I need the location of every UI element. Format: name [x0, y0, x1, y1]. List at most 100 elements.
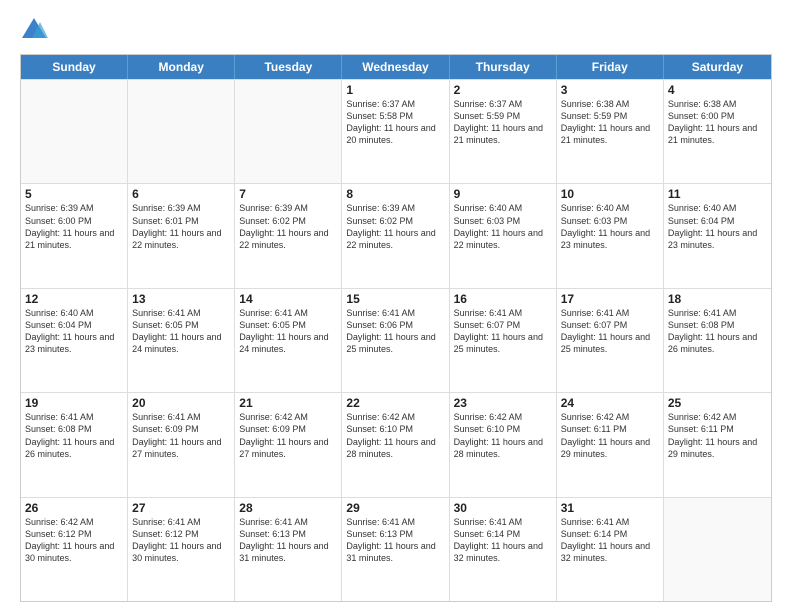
- cell-info: Sunrise: 6:41 AM Sunset: 6:08 PM Dayligh…: [25, 411, 123, 460]
- calendar-cell: 24Sunrise: 6:42 AM Sunset: 6:11 PM Dayli…: [557, 393, 664, 496]
- day-number: 11: [668, 187, 767, 201]
- cell-info: Sunrise: 6:39 AM Sunset: 6:01 PM Dayligh…: [132, 202, 230, 251]
- calendar-cell: 13Sunrise: 6:41 AM Sunset: 6:05 PM Dayli…: [128, 289, 235, 392]
- page: SundayMondayTuesdayWednesdayThursdayFrid…: [0, 0, 792, 612]
- header: [20, 16, 772, 44]
- cell-info: Sunrise: 6:41 AM Sunset: 6:14 PM Dayligh…: [454, 516, 552, 565]
- cell-info: Sunrise: 6:38 AM Sunset: 5:59 PM Dayligh…: [561, 98, 659, 147]
- calendar-header-cell: Sunday: [21, 55, 128, 79]
- cell-info: Sunrise: 6:42 AM Sunset: 6:11 PM Dayligh…: [668, 411, 767, 460]
- calendar-cell: [128, 80, 235, 183]
- day-number: 15: [346, 292, 444, 306]
- calendar-cell: 6Sunrise: 6:39 AM Sunset: 6:01 PM Daylig…: [128, 184, 235, 287]
- calendar-cell: 19Sunrise: 6:41 AM Sunset: 6:08 PM Dayli…: [21, 393, 128, 496]
- day-number: 9: [454, 187, 552, 201]
- calendar-header: SundayMondayTuesdayWednesdayThursdayFrid…: [21, 55, 771, 79]
- cell-info: Sunrise: 6:41 AM Sunset: 6:12 PM Dayligh…: [132, 516, 230, 565]
- calendar-cell: [235, 80, 342, 183]
- calendar-cell: [21, 80, 128, 183]
- calendar-header-cell: Monday: [128, 55, 235, 79]
- calendar-cell: 11Sunrise: 6:40 AM Sunset: 6:04 PM Dayli…: [664, 184, 771, 287]
- calendar-cell: 21Sunrise: 6:42 AM Sunset: 6:09 PM Dayli…: [235, 393, 342, 496]
- day-number: 27: [132, 501, 230, 515]
- day-number: 24: [561, 396, 659, 410]
- day-number: 3: [561, 83, 659, 97]
- day-number: 12: [25, 292, 123, 306]
- calendar-header-cell: Thursday: [450, 55, 557, 79]
- calendar-cell: 25Sunrise: 6:42 AM Sunset: 6:11 PM Dayli…: [664, 393, 771, 496]
- day-number: 18: [668, 292, 767, 306]
- day-number: 22: [346, 396, 444, 410]
- cell-info: Sunrise: 6:42 AM Sunset: 6:09 PM Dayligh…: [239, 411, 337, 460]
- cell-info: Sunrise: 6:41 AM Sunset: 6:07 PM Dayligh…: [561, 307, 659, 356]
- calendar-cell: [664, 498, 771, 601]
- cell-info: Sunrise: 6:40 AM Sunset: 6:03 PM Dayligh…: [561, 202, 659, 251]
- day-number: 5: [25, 187, 123, 201]
- day-number: 19: [25, 396, 123, 410]
- calendar-cell: 2Sunrise: 6:37 AM Sunset: 5:59 PM Daylig…: [450, 80, 557, 183]
- calendar-cell: 18Sunrise: 6:41 AM Sunset: 6:08 PM Dayli…: [664, 289, 771, 392]
- calendar-cell: 26Sunrise: 6:42 AM Sunset: 6:12 PM Dayli…: [21, 498, 128, 601]
- cell-info: Sunrise: 6:41 AM Sunset: 6:05 PM Dayligh…: [239, 307, 337, 356]
- cell-info: Sunrise: 6:37 AM Sunset: 5:58 PM Dayligh…: [346, 98, 444, 147]
- calendar-cell: 28Sunrise: 6:41 AM Sunset: 6:13 PM Dayli…: [235, 498, 342, 601]
- cell-info: Sunrise: 6:41 AM Sunset: 6:14 PM Dayligh…: [561, 516, 659, 565]
- cell-info: Sunrise: 6:42 AM Sunset: 6:10 PM Dayligh…: [346, 411, 444, 460]
- logo: [20, 16, 50, 44]
- day-number: 29: [346, 501, 444, 515]
- calendar-cell: 14Sunrise: 6:41 AM Sunset: 6:05 PM Dayli…: [235, 289, 342, 392]
- calendar-cell: 22Sunrise: 6:42 AM Sunset: 6:10 PM Dayli…: [342, 393, 449, 496]
- calendar-cell: 31Sunrise: 6:41 AM Sunset: 6:14 PM Dayli…: [557, 498, 664, 601]
- calendar-cell: 1Sunrise: 6:37 AM Sunset: 5:58 PM Daylig…: [342, 80, 449, 183]
- cell-info: Sunrise: 6:39 AM Sunset: 6:02 PM Dayligh…: [239, 202, 337, 251]
- cell-info: Sunrise: 6:42 AM Sunset: 6:10 PM Dayligh…: [454, 411, 552, 460]
- calendar-cell: 7Sunrise: 6:39 AM Sunset: 6:02 PM Daylig…: [235, 184, 342, 287]
- cell-info: Sunrise: 6:41 AM Sunset: 6:09 PM Dayligh…: [132, 411, 230, 460]
- calendar-cell: 30Sunrise: 6:41 AM Sunset: 6:14 PM Dayli…: [450, 498, 557, 601]
- day-number: 30: [454, 501, 552, 515]
- day-number: 23: [454, 396, 552, 410]
- calendar-cell: 29Sunrise: 6:41 AM Sunset: 6:13 PM Dayli…: [342, 498, 449, 601]
- cell-info: Sunrise: 6:38 AM Sunset: 6:00 PM Dayligh…: [668, 98, 767, 147]
- calendar-cell: 23Sunrise: 6:42 AM Sunset: 6:10 PM Dayli…: [450, 393, 557, 496]
- cell-info: Sunrise: 6:42 AM Sunset: 6:12 PM Dayligh…: [25, 516, 123, 565]
- cell-info: Sunrise: 6:41 AM Sunset: 6:08 PM Dayligh…: [668, 307, 767, 356]
- calendar-cell: 12Sunrise: 6:40 AM Sunset: 6:04 PM Dayli…: [21, 289, 128, 392]
- cell-info: Sunrise: 6:41 AM Sunset: 6:05 PM Dayligh…: [132, 307, 230, 356]
- calendar: SundayMondayTuesdayWednesdayThursdayFrid…: [20, 54, 772, 602]
- calendar-row: 12Sunrise: 6:40 AM Sunset: 6:04 PM Dayli…: [21, 288, 771, 392]
- calendar-body: 1Sunrise: 6:37 AM Sunset: 5:58 PM Daylig…: [21, 79, 771, 601]
- cell-info: Sunrise: 6:40 AM Sunset: 6:04 PM Dayligh…: [25, 307, 123, 356]
- calendar-cell: 4Sunrise: 6:38 AM Sunset: 6:00 PM Daylig…: [664, 80, 771, 183]
- calendar-row: 5Sunrise: 6:39 AM Sunset: 6:00 PM Daylig…: [21, 183, 771, 287]
- calendar-header-cell: Tuesday: [235, 55, 342, 79]
- day-number: 26: [25, 501, 123, 515]
- cell-info: Sunrise: 6:39 AM Sunset: 6:02 PM Dayligh…: [346, 202, 444, 251]
- calendar-cell: 5Sunrise: 6:39 AM Sunset: 6:00 PM Daylig…: [21, 184, 128, 287]
- day-number: 14: [239, 292, 337, 306]
- day-number: 25: [668, 396, 767, 410]
- day-number: 20: [132, 396, 230, 410]
- day-number: 13: [132, 292, 230, 306]
- day-number: 31: [561, 501, 659, 515]
- calendar-row: 26Sunrise: 6:42 AM Sunset: 6:12 PM Dayli…: [21, 497, 771, 601]
- calendar-header-cell: Friday: [557, 55, 664, 79]
- cell-info: Sunrise: 6:41 AM Sunset: 6:13 PM Dayligh…: [239, 516, 337, 565]
- cell-info: Sunrise: 6:40 AM Sunset: 6:03 PM Dayligh…: [454, 202, 552, 251]
- calendar-cell: 3Sunrise: 6:38 AM Sunset: 5:59 PM Daylig…: [557, 80, 664, 183]
- day-number: 28: [239, 501, 337, 515]
- day-number: 7: [239, 187, 337, 201]
- calendar-header-cell: Saturday: [664, 55, 771, 79]
- day-number: 1: [346, 83, 444, 97]
- calendar-cell: 9Sunrise: 6:40 AM Sunset: 6:03 PM Daylig…: [450, 184, 557, 287]
- calendar-row: 1Sunrise: 6:37 AM Sunset: 5:58 PM Daylig…: [21, 79, 771, 183]
- cell-info: Sunrise: 6:40 AM Sunset: 6:04 PM Dayligh…: [668, 202, 767, 251]
- calendar-cell: 17Sunrise: 6:41 AM Sunset: 6:07 PM Dayli…: [557, 289, 664, 392]
- cell-info: Sunrise: 6:41 AM Sunset: 6:07 PM Dayligh…: [454, 307, 552, 356]
- cell-info: Sunrise: 6:37 AM Sunset: 5:59 PM Dayligh…: [454, 98, 552, 147]
- day-number: 10: [561, 187, 659, 201]
- calendar-row: 19Sunrise: 6:41 AM Sunset: 6:08 PM Dayli…: [21, 392, 771, 496]
- calendar-header-cell: Wednesday: [342, 55, 449, 79]
- day-number: 16: [454, 292, 552, 306]
- calendar-cell: 20Sunrise: 6:41 AM Sunset: 6:09 PM Dayli…: [128, 393, 235, 496]
